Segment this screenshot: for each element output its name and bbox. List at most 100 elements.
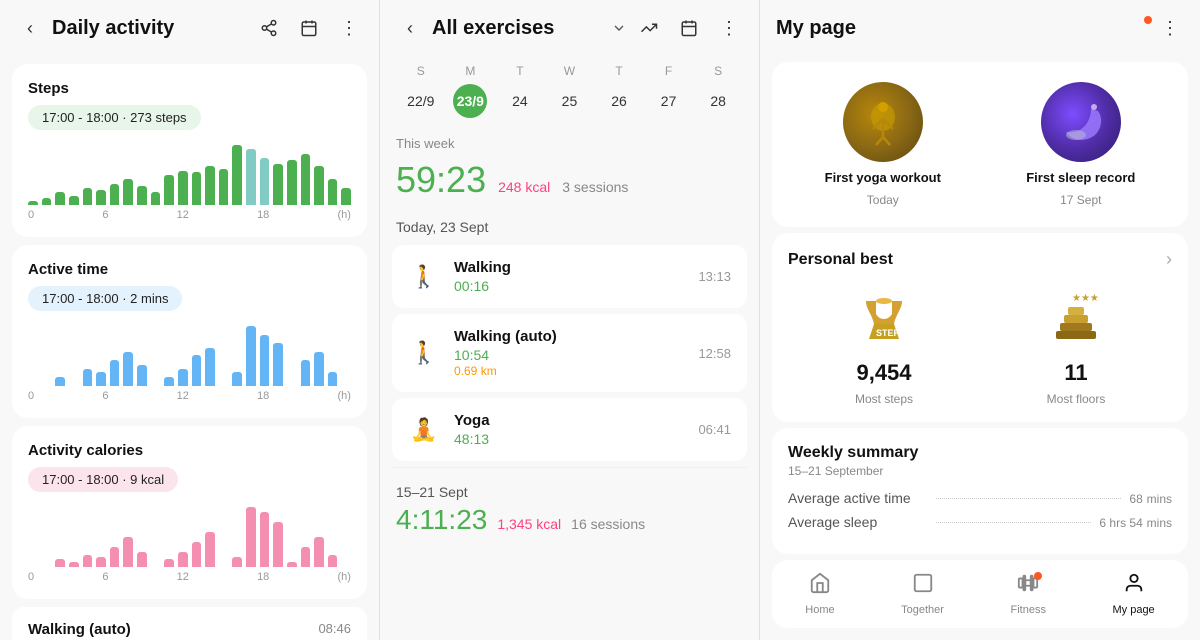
calories-bar [55, 559, 65, 567]
sleep-badge-label: First sleep record [1026, 170, 1135, 185]
more-icon[interactable]: ⋮ [335, 14, 363, 42]
active-time-title: Active time [28, 261, 351, 278]
exercises-calendar-icon[interactable] [675, 14, 703, 42]
activity-item-1[interactable]: 08:46 Walking (auto) 00:11:18 1.02 km [12, 607, 367, 640]
exercise-walking-auto-name: Walking (auto) [454, 328, 684, 345]
calories-bar [301, 547, 311, 567]
mypage-title: My page [776, 17, 856, 40]
calories-bar [123, 537, 133, 567]
exercises-back-button[interactable]: ‹ [396, 14, 424, 42]
activity-calories-title: Activity calories [28, 442, 351, 459]
this-week-kcal: 248 kcal [498, 179, 550, 195]
bottom-nav: Home Together Fitness My page [772, 560, 1188, 628]
calories-bar [110, 547, 120, 567]
week-day-w[interactable]: W 25 [552, 64, 586, 118]
exercise-walking-auto[interactable]: 🚶 Walking (auto) 10:54 0.69 km 12:58 [392, 314, 747, 392]
yoga-badge[interactable]: First yoga workout Today [825, 82, 941, 207]
steps-bar [42, 198, 52, 205]
activity-time-1: 08:46 [318, 621, 351, 636]
nav-home[interactable]: Home [805, 572, 834, 616]
steps-bar [301, 154, 311, 205]
steps-bar [232, 145, 242, 205]
exercise-walking[interactable]: 🚶 Walking 00:16 13:13 [392, 245, 747, 308]
calendar-icon[interactable] [295, 14, 323, 42]
steps-bar [219, 169, 229, 205]
calories-bar [205, 532, 215, 567]
week-calendar: S 22/9 M 23/9 T 24 W 25 T 26 F 27 S 28 [380, 56, 759, 128]
week-total-kcal: 1,345 kcal [497, 516, 561, 532]
trend-icon[interactable] [635, 14, 663, 42]
steps-bar [273, 164, 283, 205]
mypage-more-icon[interactable]: ⋮ [1156, 14, 1184, 42]
calories-bar [260, 512, 270, 567]
steps-bar [287, 160, 297, 205]
mypage-panel: My page ⋮ First yoga workout Today [760, 0, 1200, 640]
exercises-more-icon[interactable]: ⋮ [715, 14, 743, 42]
this-week-time: 59:23 [396, 159, 486, 201]
this-week-label: This week [380, 128, 759, 155]
nav-fitness[interactable]: Fitness [1010, 572, 1045, 616]
exercise-walking-auto-detail: 0.69 km [454, 364, 684, 378]
average-sleep-value: 6 hrs 54 mins [1099, 514, 1172, 530]
steps-bar [151, 192, 161, 205]
svg-text:STEP: STEP [876, 328, 900, 338]
calories-bar [192, 542, 202, 567]
week-day-s1[interactable]: S 22/9 [404, 64, 438, 118]
weekly-summary-dates: 15–21 September [788, 464, 1172, 478]
steps-bar [137, 186, 147, 205]
steps-title: Steps [28, 80, 351, 97]
daily-back-button[interactable]: ‹ [16, 14, 44, 42]
fitness-notification-dot [1034, 572, 1042, 580]
nav-mypage-label: My page [1112, 604, 1154, 616]
average-active-time-row: Average active time 68 mins [788, 490, 1172, 506]
sleep-badge-icon [1041, 82, 1121, 162]
active-bar [96, 372, 106, 386]
separator [392, 467, 747, 468]
exercise-walking-auto-duration: 10:54 [454, 347, 684, 363]
steps-bar [96, 190, 106, 205]
personal-best-card: Personal best › STEP 9,454 Most steps [772, 233, 1188, 422]
active-bar [328, 372, 338, 386]
calories-bar [96, 557, 106, 567]
pb-floors-label: Most floors [1047, 392, 1106, 406]
week-day-t2[interactable]: T 26 [602, 64, 636, 118]
exercise-yoga[interactable]: 🧘 Yoga 48:13 06:41 [392, 398, 747, 461]
average-sleep-label: Average sleep [788, 514, 928, 530]
active-time-chart [28, 321, 351, 386]
nav-mypage[interactable]: My page [1112, 572, 1154, 616]
sleep-badge[interactable]: First sleep record 17 Sept [1026, 82, 1135, 207]
active-bar [301, 360, 311, 386]
calories-bar [164, 559, 174, 567]
week-day-s2[interactable]: S 28 [701, 64, 735, 118]
exercise-yoga-name: Yoga [454, 412, 684, 429]
activity-name-1: Walking (auto) [28, 621, 351, 638]
average-active-time-value: 68 mins [1129, 490, 1172, 506]
exercises-title: All exercises [432, 17, 611, 40]
week-range-label: 15–21 Sept [396, 484, 743, 500]
active-bar [55, 377, 65, 386]
steps-section: Steps 17:00 - 18:00 · 273 steps 0 6 12 1… [12, 64, 367, 237]
today-label: Today, 23 Sept [380, 211, 759, 239]
active-time-xaxis: 0 6 12 18 (h) [28, 390, 351, 402]
week-day-m[interactable]: M 23/9 [453, 64, 487, 118]
this-week-sessions: 3 sessions [562, 179, 628, 195]
steps-bar [83, 188, 93, 205]
steps-bar [192, 172, 202, 205]
nav-together[interactable]: Together [901, 572, 944, 616]
share-icon[interactable] [255, 14, 283, 42]
active-bar [137, 365, 147, 386]
exercises-header: ‹ All exercises ⋮ [380, 0, 759, 56]
active-bar [178, 369, 188, 386]
steps-bar [205, 166, 215, 205]
week-summary-section: 15–21 Sept 4:11:23 1,345 kcal 16 session… [380, 474, 759, 546]
active-bar [232, 372, 242, 386]
activity-calories-xaxis: 0 6 12 18 (h) [28, 571, 351, 583]
mypage-header: My page ⋮ [760, 0, 1200, 56]
personal-best-chevron[interactable]: › [1166, 249, 1172, 270]
steps-tooltip: 17:00 - 18:00 · 273 steps [28, 105, 201, 130]
exercises-panel: ‹ All exercises ⋮ S 22/9 M 23/9 T 24 W [380, 0, 760, 640]
exercise-yoga-info: Yoga 48:13 [454, 412, 684, 447]
week-day-f[interactable]: F 27 [652, 64, 686, 118]
week-day-t1[interactable]: T 24 [503, 64, 537, 118]
yoga-badge-icon [843, 82, 923, 162]
